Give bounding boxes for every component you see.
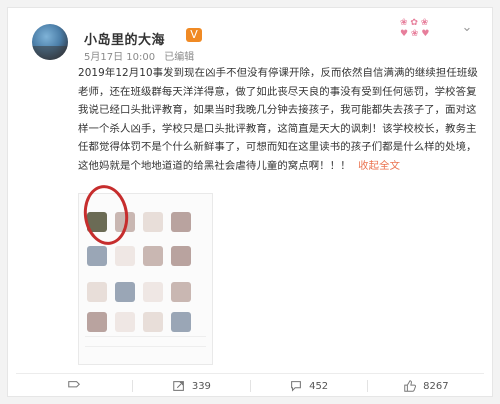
post-date[interactable]: 5月17日 10:00 [84, 52, 155, 63]
thumb-avatar-row [87, 246, 191, 266]
comment-icon [291, 381, 301, 392]
weibo-post-card: 小岛里的大海 V 5月17日 10:00 已编辑 ❀ ✿ ❀ ♥ ❀ ♥ ⌄ 20… [7, 7, 493, 397]
thumb-avatar [115, 282, 135, 302]
thumb-avatar [171, 246, 191, 266]
thumb-avatar-row [87, 312, 191, 332]
thumb-avatar [143, 246, 163, 266]
user-avatar[interactable] [32, 24, 68, 60]
post-meta: 5月17日 10:00 已编辑 [84, 48, 200, 63]
thumb-avatar [143, 312, 163, 332]
post-source: 已编辑 [164, 52, 195, 63]
post-body: 2019年12月10事发到现在凶手不但没有停课开除，反而依然自信满满的继续担任班… [78, 67, 478, 172]
thumb-avatar [115, 312, 135, 332]
thumb-avatar [171, 282, 191, 302]
thumb-avatar [87, 246, 107, 266]
thumb-avatar [87, 282, 107, 302]
like-count: 8267 [423, 380, 449, 392]
thumb-avatar [115, 246, 135, 266]
thumb-avatar [171, 212, 191, 232]
share-icon [68, 381, 81, 388]
vip-icon: V [186, 28, 202, 42]
thumb-avatar [143, 282, 163, 302]
share-button[interactable] [16, 376, 132, 396]
repost-icon [173, 381, 184, 391]
thumb-avatar-row [87, 282, 191, 302]
actions-divider [16, 373, 484, 374]
more-options-chevron-icon[interactable]: ⌄ [460, 21, 474, 35]
thumbs-up-icon [404, 380, 417, 392]
comment-button[interactable]: 452 [251, 376, 367, 396]
thumb-avatar [87, 312, 107, 332]
user-name[interactable]: 小岛里的大海 [84, 29, 165, 48]
thumb-avatar [143, 212, 163, 232]
collapse-link[interactable]: 收起全文 [358, 160, 400, 172]
thumb-avatar [171, 312, 191, 332]
like-button[interactable]: 8267 [368, 376, 484, 396]
comment-count: 452 [309, 380, 329, 392]
repost-count: 339 [191, 380, 211, 392]
card-decoration-icon: ❀ ✿ ❀ ♥ ❀ ♥ [400, 18, 430, 39]
thumb-divider [85, 346, 206, 347]
repost-button[interactable]: 339 [133, 376, 249, 396]
post-text: 2019年12月10事发到现在凶手不但没有停课开除，反而依然自信满满的继续担任班… [78, 64, 482, 175]
post-actions-bar: 339 452 8267 [16, 376, 484, 396]
thumb-divider [85, 336, 206, 337]
